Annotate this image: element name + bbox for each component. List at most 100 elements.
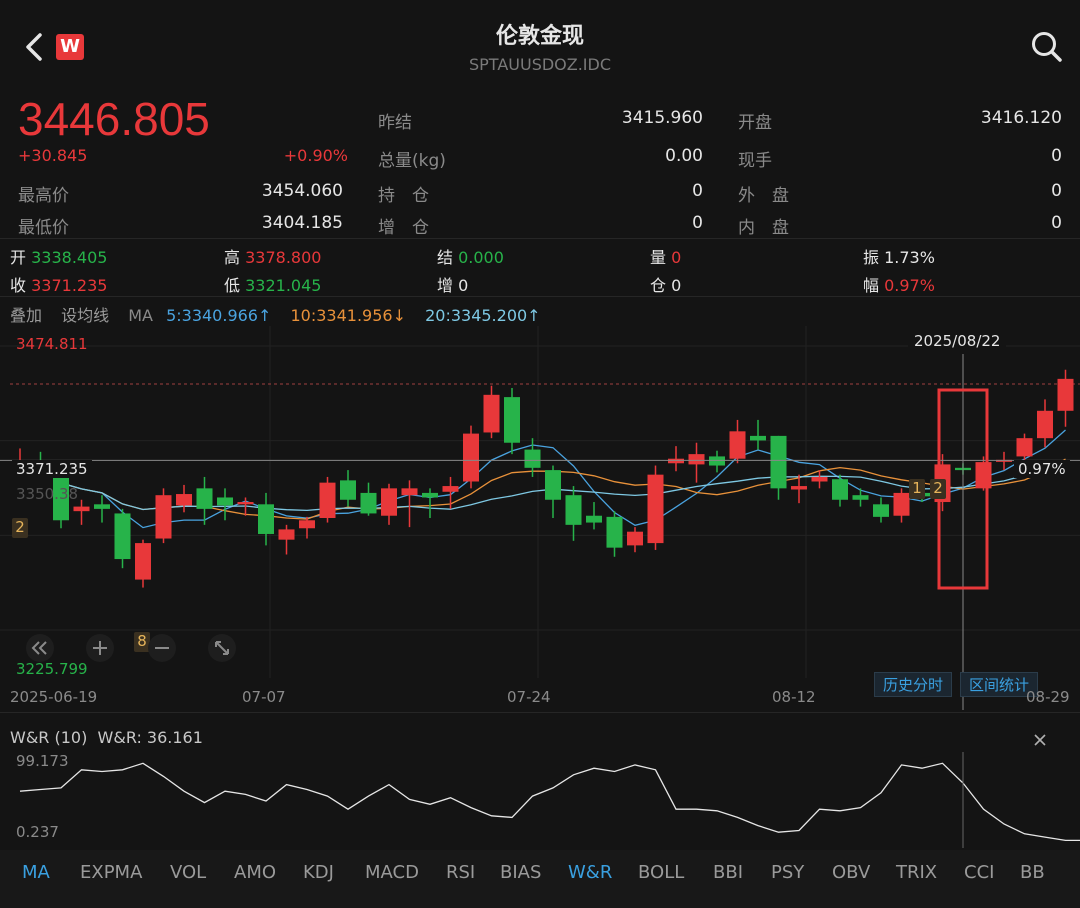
x-tick: 07-07 (242, 688, 286, 706)
candle-body (360, 492, 377, 514)
ma20-value: 20:3345.200↑ (425, 306, 541, 325)
candle-body (401, 488, 418, 496)
tab-rsi[interactable]: RSI (446, 862, 475, 883)
x-tick: 08-29 (1026, 688, 1070, 706)
candle-body (135, 543, 151, 580)
candle-body (299, 520, 315, 529)
zoom-in-button[interactable] (86, 634, 114, 662)
search-button[interactable] (1030, 30, 1064, 64)
zoom-out-button[interactable] (148, 634, 176, 662)
candle-body (422, 492, 438, 498)
high-label: 最高价 (18, 186, 69, 206)
candle-body (565, 495, 582, 525)
tab-expma[interactable]: EXPMA (80, 862, 142, 883)
ohlc-pos: 仓 0 (650, 276, 682, 295)
candle-body (258, 504, 274, 534)
set-ma-button[interactable]: 设均线 (61, 306, 109, 325)
price-change-pct: +0.90% (283, 146, 348, 165)
candle-body (504, 397, 520, 443)
tab-bias[interactable]: BIAS (500, 862, 541, 883)
ohlc-high: 高 3378.800 (224, 248, 322, 267)
last-price: 3446.805 (18, 93, 210, 145)
outer-label: 外 盘 (738, 186, 789, 206)
fullscreen-button[interactable] (208, 634, 236, 662)
tab-obv[interactable]: OBV (832, 862, 870, 883)
volume-label: 总量(kg) (378, 151, 446, 171)
tab-kdj[interactable]: KDJ (303, 862, 334, 883)
ohlc-low: 低 3321.045 (224, 276, 322, 295)
candle-body (319, 482, 336, 519)
inner-value: 0 (1051, 213, 1062, 233)
tab-macd[interactable]: MACD (365, 862, 419, 883)
divider (0, 238, 1080, 239)
ma5-value: 5:3340.966↑ (166, 306, 272, 325)
ohlc-open: 开 3338.405 (10, 248, 108, 267)
tab-trix[interactable]: TRIX (896, 862, 937, 883)
candle-body (442, 486, 459, 492)
candle-body (381, 488, 397, 516)
low-value: 3404.185 (261, 213, 343, 233)
candle-body (1016, 438, 1033, 457)
candle-body (791, 486, 807, 490)
history-intraday-button[interactable]: 历史分时 (874, 672, 953, 697)
tab-boll[interactable]: BOLL (638, 862, 684, 883)
ohlc-amplitude: 振 1.73% (863, 248, 935, 267)
tab-ma[interactable]: MA (22, 862, 50, 883)
ohlc-inc: 增 0 (437, 276, 469, 295)
crosshair-pct: 0.97% (1014, 460, 1070, 478)
ma-label: MA (128, 306, 153, 325)
tab-bb[interactable]: BB (1020, 862, 1045, 883)
increase-label: 增 仓 (378, 218, 429, 238)
candle-body (196, 488, 213, 509)
candle-body (893, 492, 910, 516)
plus-icon (93, 641, 107, 655)
candle-body (668, 458, 684, 464)
volume-value: 0.00 (665, 146, 703, 166)
candle-body (647, 474, 664, 544)
candle-body (627, 531, 643, 546)
candle-body (1037, 410, 1053, 439)
candle-body (606, 516, 623, 548)
event-badge[interactable]: 2 (930, 479, 946, 499)
wr-title: W&R (10) W&R: 36.161 (10, 728, 203, 747)
close-icon (1034, 734, 1046, 746)
tab-cci[interactable]: CCI (964, 862, 994, 883)
ohlc-close: 收 3371.235 (10, 276, 108, 295)
max-price-label: 3474.811 (16, 335, 88, 353)
wr-chart[interactable] (0, 752, 1080, 848)
position-label: 持 仓 (378, 186, 429, 206)
candle-body (524, 449, 541, 468)
x-tick: 07-24 (507, 688, 551, 706)
candle-body (811, 476, 828, 482)
tab-bbi[interactable]: BBI (713, 862, 743, 883)
position-value: 0 (692, 181, 703, 201)
candle-body (340, 480, 356, 500)
low-label: 最低价 (18, 218, 69, 238)
scroll-left-button[interactable] (26, 634, 54, 662)
tab-wr[interactable]: W&R (568, 862, 612, 883)
candle-body (975, 462, 992, 489)
tab-vol[interactable]: VOL (170, 862, 206, 883)
candle-body (1057, 378, 1074, 411)
x-tick: 08-12 (772, 688, 816, 706)
open-value: 3416.120 (980, 108, 1062, 128)
candle-body (750, 435, 766, 441)
wr-line (19, 762, 1080, 842)
overlay-button[interactable]: 叠加 (10, 306, 42, 325)
candle-body (73, 506, 90, 512)
candle-body (278, 529, 295, 540)
price-change: +30.845 (18, 146, 88, 165)
tab-amo[interactable]: AMO (234, 862, 276, 883)
wr-close-button[interactable] (1030, 730, 1050, 750)
candle-body (463, 433, 479, 482)
candle-body (237, 502, 254, 505)
crosshair-price: 3371.235 (12, 460, 92, 478)
ohlc-vol: 量 0 (650, 248, 682, 267)
candle-body (155, 495, 172, 539)
tab-psy[interactable]: PSY (771, 862, 804, 883)
candle-body (770, 435, 787, 489)
instrument-code: SPTAUUSDOZ.IDC (468, 55, 612, 74)
current-hand-value: 0 (1051, 146, 1062, 166)
event-badge[interactable]: 2 (12, 518, 28, 538)
event-badge[interactable]: 1 (909, 479, 925, 499)
